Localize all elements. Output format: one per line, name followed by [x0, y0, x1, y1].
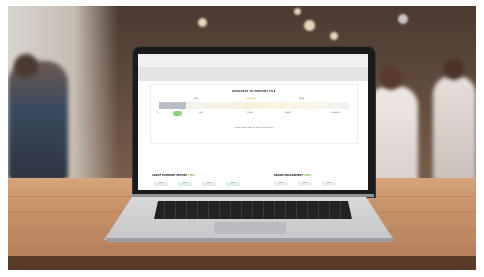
laptop-front-edge: [106, 238, 394, 242]
left-section-title: AGENT SUMMARY REPORT VIEW: [152, 174, 195, 177]
scale-tick: 0: [157, 112, 159, 114]
scale-tick: 200: [199, 112, 203, 114]
wood-grain: [8, 246, 476, 247]
percentile-bar-track: [159, 102, 349, 109]
laptop-trackpad: [214, 222, 286, 234]
screen-top-bar: [138, 54, 368, 67]
scale-label-medium: MEDIUM: [247, 98, 256, 100]
right-section-link[interactable]: VIEW: [304, 174, 311, 177]
table-edge: [8, 256, 476, 270]
card-title: RESOURCE TO PERCENT TILE: [232, 90, 276, 93]
laptop-hinge: [132, 194, 374, 197]
bokeh-light: [198, 18, 207, 27]
laptop-keyboard: [154, 201, 352, 219]
right-section-title-text: BRAND ENGAGEMENT: [274, 174, 304, 177]
scale-label-high: HIGH: [299, 98, 305, 100]
bokeh-light: [304, 20, 315, 31]
left-section-title-text: AGENT SUMMARY REPORT: [152, 174, 188, 177]
right-chip[interactable]: Item: [274, 182, 288, 186]
person-far-right-head: [444, 58, 464, 80]
percentile-bar-fill: [159, 102, 186, 109]
person-far-right: [433, 76, 476, 186]
scale-tick: 5,000: [285, 112, 291, 114]
bokeh-light: [398, 14, 408, 24]
card-note: Lorem ipsum dolor sit amet, consectetur: [234, 127, 274, 129]
screen-header-band: [138, 67, 368, 81]
bokeh-light: [330, 32, 338, 40]
person-right-head: [380, 66, 402, 90]
person-left: [8, 61, 68, 181]
right-chip[interactable]: Item: [298, 182, 312, 186]
left-chip[interactable]: Item: [178, 182, 192, 186]
percentile-marker: [173, 111, 182, 116]
left-chip[interactable]: Item: [202, 182, 216, 186]
scale-label-low: LOW: [193, 98, 198, 100]
bokeh-light: [294, 8, 301, 15]
scale-tick: 20,000+: [331, 112, 340, 114]
photo-scene: RESOURCE TO PERCENT TILE LOW MEDIUM HIGH…: [8, 6, 476, 270]
left-section-link[interactable]: VIEW: [188, 174, 195, 177]
scale-tick: 1,000: [247, 112, 253, 114]
left-chip[interactable]: Item: [226, 182, 240, 186]
percentile-card: RESOURCE TO PERCENT TILE LOW MEDIUM HIGH…: [150, 84, 358, 144]
right-chip[interactable]: Item: [322, 182, 336, 186]
laptop-screen: RESOURCE TO PERCENT TILE LOW MEDIUM HIGH…: [138, 54, 368, 190]
right-section-title: BRAND ENGAGEMENT VIEW: [274, 174, 311, 177]
person-left-head: [14, 54, 38, 78]
left-chip[interactable]: Item: [154, 182, 168, 186]
